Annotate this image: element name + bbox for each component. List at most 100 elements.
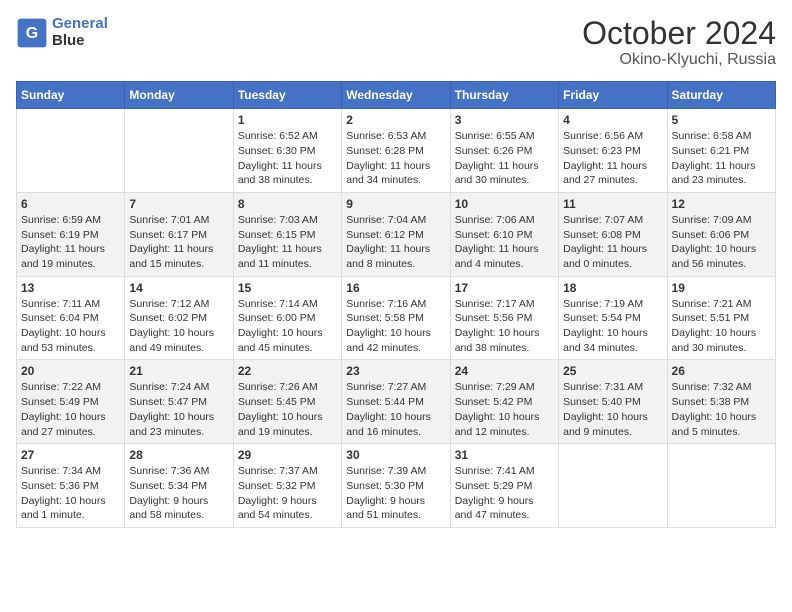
calendar-cell: 10 Sunrise: 7:06 AM Sunset: 6:10 PM Dayli… bbox=[450, 192, 558, 276]
day-number: 2 bbox=[346, 113, 445, 127]
calendar-cell: 5 Sunrise: 6:58 AM Sunset: 6:21 PM Daylig… bbox=[667, 109, 775, 193]
col-header-monday: Monday bbox=[125, 82, 233, 109]
day-number: 30 bbox=[346, 448, 445, 462]
calendar-cell bbox=[17, 109, 125, 193]
day-info: Sunrise: 7:11 AM Sunset: 6:04 PM Dayligh… bbox=[21, 297, 120, 356]
day-number: 26 bbox=[672, 364, 771, 378]
day-number: 15 bbox=[238, 281, 337, 295]
day-number: 23 bbox=[346, 364, 445, 378]
day-info: Sunrise: 7:01 AM Sunset: 6:17 PM Dayligh… bbox=[129, 213, 228, 272]
col-header-friday: Friday bbox=[559, 82, 667, 109]
day-info: Sunrise: 7:26 AM Sunset: 5:45 PM Dayligh… bbox=[238, 380, 337, 439]
location: Okino-Klyuchi, Russia bbox=[582, 51, 776, 69]
calendar-cell: 23 Sunrise: 7:27 AM Sunset: 5:44 PM Dayli… bbox=[342, 360, 450, 444]
header-row: SundayMondayTuesdayWednesdayThursdayFrid… bbox=[17, 82, 776, 109]
calendar-cell: 2 Sunrise: 6:53 AM Sunset: 6:28 PM Daylig… bbox=[342, 109, 450, 193]
col-header-thursday: Thursday bbox=[450, 82, 558, 109]
day-info: Sunrise: 6:59 AM Sunset: 6:19 PM Dayligh… bbox=[21, 213, 120, 272]
day-info: Sunrise: 7:04 AM Sunset: 6:12 PM Dayligh… bbox=[346, 213, 445, 272]
calendar-cell: 14 Sunrise: 7:12 AM Sunset: 6:02 PM Dayli… bbox=[125, 276, 233, 360]
col-header-saturday: Saturday bbox=[667, 82, 775, 109]
day-number: 10 bbox=[455, 197, 554, 211]
calendar-cell: 20 Sunrise: 7:22 AM Sunset: 5:49 PM Dayli… bbox=[17, 360, 125, 444]
day-info: Sunrise: 7:09 AM Sunset: 6:06 PM Dayligh… bbox=[672, 213, 771, 272]
day-number: 21 bbox=[129, 364, 228, 378]
svg-text:G: G bbox=[26, 24, 38, 41]
day-info: Sunrise: 7:22 AM Sunset: 5:49 PM Dayligh… bbox=[21, 380, 120, 439]
day-info: Sunrise: 7:19 AM Sunset: 5:54 PM Dayligh… bbox=[563, 297, 662, 356]
day-info: Sunrise: 7:12 AM Sunset: 6:02 PM Dayligh… bbox=[129, 297, 228, 356]
calendar-cell: 4Sunrise: 6:56 AM Sunset: 6:23 PM Daylig… bbox=[559, 109, 667, 193]
day-number: 19 bbox=[672, 281, 771, 295]
day-number: 3 bbox=[455, 113, 554, 127]
day-number: 12 bbox=[672, 197, 771, 211]
col-header-sunday: Sunday bbox=[17, 82, 125, 109]
day-info: Sunrise: 7:07 AM Sunset: 6:08 PM Dayligh… bbox=[563, 213, 662, 272]
logo: G General Blue bbox=[16, 16, 108, 49]
day-number: 17 bbox=[455, 281, 554, 295]
day-number: 7 bbox=[129, 197, 228, 211]
day-number: 8 bbox=[238, 197, 337, 211]
logo-icon: G bbox=[16, 17, 48, 49]
day-number: 13 bbox=[21, 281, 120, 295]
day-number: 9 bbox=[346, 197, 445, 211]
title-block: October 2024 Okino-Klyuchi, Russia bbox=[582, 16, 776, 69]
day-number: 14 bbox=[129, 281, 228, 295]
day-info: Sunrise: 7:29 AM Sunset: 5:42 PM Dayligh… bbox=[455, 380, 554, 439]
day-info: Sunrise: 6:58 AM Sunset: 6:21 PM Dayligh… bbox=[672, 129, 771, 188]
week-row-4: 20 Sunrise: 7:22 AM Sunset: 5:49 PM Dayli… bbox=[17, 360, 776, 444]
day-number: 16 bbox=[346, 281, 445, 295]
col-header-wednesday: Wednesday bbox=[342, 82, 450, 109]
day-number: 28 bbox=[129, 448, 228, 462]
day-number: 11 bbox=[563, 197, 662, 211]
week-row-3: 13 Sunrise: 7:11 AM Sunset: 6:04 PM Dayli… bbox=[17, 276, 776, 360]
calendar-cell: 24Sunrise: 7:29 AM Sunset: 5:42 PM Dayli… bbox=[450, 360, 558, 444]
calendar-cell: 28Sunrise: 7:36 AM Sunset: 5:34 PM Dayli… bbox=[125, 444, 233, 528]
day-number: 20 bbox=[21, 364, 120, 378]
page-header: G General Blue October 2024 Okino-Klyuch… bbox=[16, 16, 776, 69]
calendar-cell: 13 Sunrise: 7:11 AM Sunset: 6:04 PM Dayli… bbox=[17, 276, 125, 360]
calendar-cell: 17 Sunrise: 7:17 AM Sunset: 5:56 PM Dayli… bbox=[450, 276, 558, 360]
day-number: 18 bbox=[563, 281, 662, 295]
col-header-tuesday: Tuesday bbox=[233, 82, 341, 109]
day-info: Sunrise: 6:53 AM Sunset: 6:28 PM Dayligh… bbox=[346, 129, 445, 188]
month-title: October 2024 bbox=[582, 16, 776, 51]
day-number: 25 bbox=[563, 364, 662, 378]
day-info: Sunrise: 7:31 AM Sunset: 5:40 PM Dayligh… bbox=[563, 380, 662, 439]
calendar-cell: 15 Sunrise: 7:14 AM Sunset: 6:00 PM Dayli… bbox=[233, 276, 341, 360]
calendar-cell bbox=[667, 444, 775, 528]
day-number: 6 bbox=[21, 197, 120, 211]
logo-general: General bbox=[52, 15, 108, 32]
calendar-cell: 31Sunrise: 7:41 AM Sunset: 5:29 PM Dayli… bbox=[450, 444, 558, 528]
day-info: Sunrise: 6:55 AM Sunset: 6:26 PM Dayligh… bbox=[455, 129, 554, 188]
calendar-cell: 27Sunrise: 7:34 AM Sunset: 5:36 PM Dayli… bbox=[17, 444, 125, 528]
calendar-cell: 18 Sunrise: 7:19 AM Sunset: 5:54 PM Dayli… bbox=[559, 276, 667, 360]
day-info: Sunrise: 7:39 AM Sunset: 5:30 PM Dayligh… bbox=[346, 464, 445, 523]
calendar-cell: 6 Sunrise: 6:59 AM Sunset: 6:19 PM Daylig… bbox=[17, 192, 125, 276]
day-info: Sunrise: 6:52 AM Sunset: 6:30 PM Dayligh… bbox=[238, 129, 337, 188]
calendar-cell: 16 Sunrise: 7:16 AM Sunset: 5:58 PM Dayli… bbox=[342, 276, 450, 360]
day-info: Sunrise: 7:41 AM Sunset: 5:29 PM Dayligh… bbox=[455, 464, 554, 523]
day-info: Sunrise: 7:14 AM Sunset: 6:00 PM Dayligh… bbox=[238, 297, 337, 356]
day-number: 5 bbox=[672, 113, 771, 127]
calendar-cell: 3 Sunrise: 6:55 AM Sunset: 6:26 PM Daylig… bbox=[450, 109, 558, 193]
day-info: Sunrise: 7:16 AM Sunset: 5:58 PM Dayligh… bbox=[346, 297, 445, 356]
day-info: Sunrise: 7:17 AM Sunset: 5:56 PM Dayligh… bbox=[455, 297, 554, 356]
logo-blue: Blue bbox=[52, 32, 85, 49]
week-row-1: 1Sunrise: 6:52 AM Sunset: 6:30 PM Daylig… bbox=[17, 109, 776, 193]
calendar-cell: 12 Sunrise: 7:09 AM Sunset: 6:06 PM Dayli… bbox=[667, 192, 775, 276]
day-info: Sunrise: 7:03 AM Sunset: 6:15 PM Dayligh… bbox=[238, 213, 337, 272]
day-info: Sunrise: 7:34 AM Sunset: 5:36 PM Dayligh… bbox=[21, 464, 120, 523]
day-info: Sunrise: 7:24 AM Sunset: 5:47 PM Dayligh… bbox=[129, 380, 228, 439]
calendar-cell: 22Sunrise: 7:26 AM Sunset: 5:45 PM Dayli… bbox=[233, 360, 341, 444]
day-info: Sunrise: 7:06 AM Sunset: 6:10 PM Dayligh… bbox=[455, 213, 554, 272]
calendar-cell: 29Sunrise: 7:37 AM Sunset: 5:32 PM Dayli… bbox=[233, 444, 341, 528]
calendar-cell: 30 Sunrise: 7:39 AM Sunset: 5:30 PM Dayli… bbox=[342, 444, 450, 528]
week-row-2: 6 Sunrise: 6:59 AM Sunset: 6:19 PM Daylig… bbox=[17, 192, 776, 276]
day-info: Sunrise: 7:37 AM Sunset: 5:32 PM Dayligh… bbox=[238, 464, 337, 523]
calendar-cell: 11 Sunrise: 7:07 AM Sunset: 6:08 PM Dayli… bbox=[559, 192, 667, 276]
day-info: Sunrise: 7:27 AM Sunset: 5:44 PM Dayligh… bbox=[346, 380, 445, 439]
calendar-cell: 8 Sunrise: 7:03 AM Sunset: 6:15 PM Daylig… bbox=[233, 192, 341, 276]
day-number: 4 bbox=[563, 113, 662, 127]
week-row-5: 27Sunrise: 7:34 AM Sunset: 5:36 PM Dayli… bbox=[17, 444, 776, 528]
